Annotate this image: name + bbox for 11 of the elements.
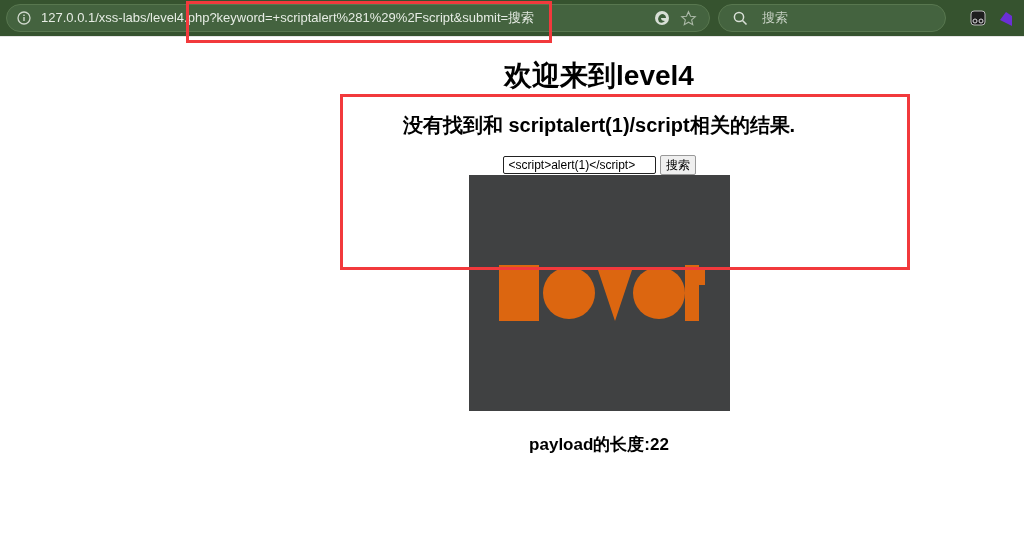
search-field[interactable]: 搜索 xyxy=(718,4,946,32)
search-placeholder: 搜索 xyxy=(762,9,788,27)
search-button[interactable]: 搜索 xyxy=(659,155,696,175)
star-icon[interactable] xyxy=(680,9,697,27)
page-title: 欢迎来到level4 xyxy=(504,59,694,93)
info-icon[interactable] xyxy=(17,11,31,25)
payload-length: payload的长度:22 xyxy=(529,434,669,456)
glasses-icon[interactable] xyxy=(970,10,986,26)
result-message: 没有找到和 scriptalert(1)/script相关的结果. xyxy=(402,113,796,138)
keyword-input[interactable]: <script>alert(1)</script> xyxy=(502,156,656,174)
search-icon xyxy=(733,10,748,26)
